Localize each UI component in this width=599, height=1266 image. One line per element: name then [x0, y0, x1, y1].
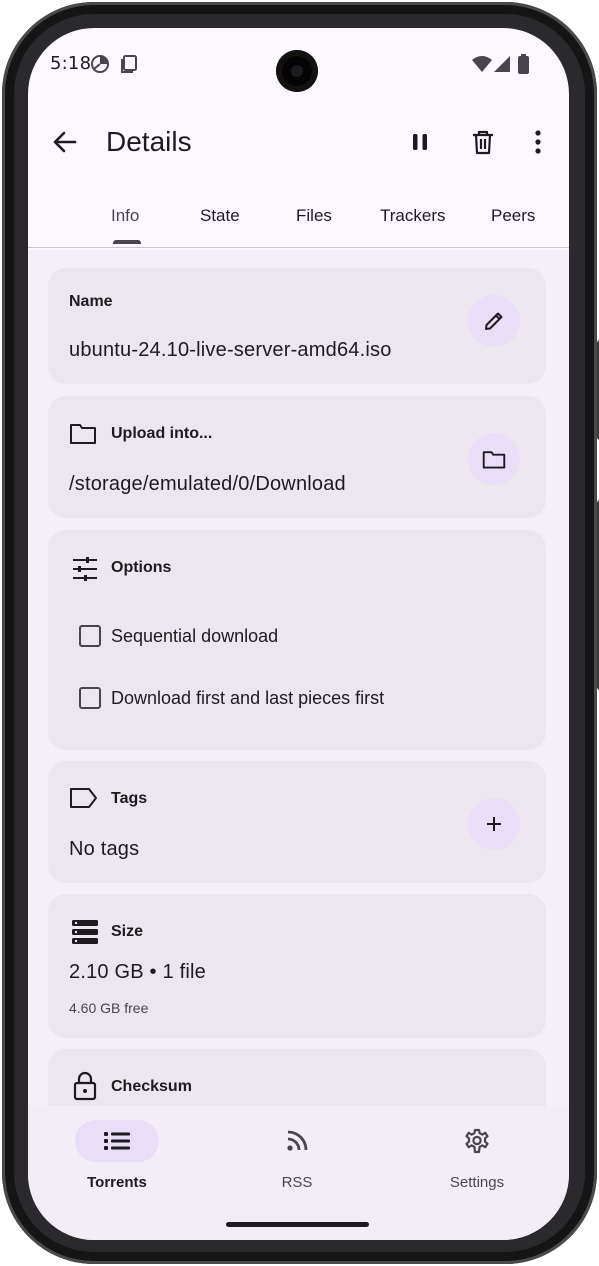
nav-torrents-indicator [75, 1120, 159, 1162]
list-icon [104, 1132, 130, 1150]
nav-settings[interactable]: Settings [408, 1120, 546, 1200]
nav-rss-indicator [255, 1120, 339, 1162]
screenshot-notification-icon [119, 54, 139, 78]
wifi-icon [472, 55, 492, 77]
more-vert-icon [535, 130, 541, 154]
folder-icon [69, 419, 97, 447]
folder-icon [482, 451, 506, 469]
tune-icon [71, 555, 99, 583]
name-label: Name [69, 293, 113, 310]
label-icon [69, 784, 97, 812]
back-button[interactable] [46, 124, 82, 160]
nav-torrents[interactable]: Torrents [48, 1120, 186, 1200]
free-space: 4.60 GB free [69, 1000, 149, 1016]
sequential-download-checkbox[interactable] [79, 625, 101, 647]
nav-torrents-label: Torrents [87, 1174, 147, 1191]
pencil-icon [485, 312, 503, 330]
home-indicator[interactable] [226, 1222, 369, 1227]
torrent-name: ubuntu-24.10-live-server-amd64.iso [69, 339, 392, 361]
options-label: Options [111, 559, 172, 576]
lock-icon [72, 1071, 100, 1101]
nav-settings-indicator [435, 1120, 519, 1162]
size-label: Size [111, 923, 144, 940]
tags-value: No tags [69, 838, 140, 860]
arrow-back-icon [53, 131, 77, 153]
size-card: Size 2.10 GB • 1 file 4.60 GB free [48, 894, 546, 1038]
tab-peers[interactable]: Peers [491, 206, 535, 226]
more-options-button[interactable] [520, 124, 556, 160]
pause-icon [413, 134, 427, 150]
status-bar: 5:18 [28, 28, 569, 100]
page-title: Details [106, 126, 192, 157]
tab-files[interactable]: Files [296, 206, 332, 226]
phone-frame: 5:18 Details Info State Files Trackers P… [0, 0, 599, 1266]
bottom-navigation: Torrents RSS Settings [28, 1106, 569, 1240]
nav-rss-label: RSS [281, 1174, 313, 1191]
rss-icon [287, 1130, 308, 1151]
active-tab-indicator [113, 240, 141, 244]
tab-state[interactable]: State [200, 206, 240, 226]
checksum-card: Checksum [48, 1049, 546, 1108]
nav-rss[interactable]: RSS [228, 1120, 366, 1200]
size-value: 2.10 GB • 1 file [69, 961, 206, 983]
tags-label: Tags [111, 790, 148, 807]
checksum-label: Checksum [111, 1078, 192, 1095]
choose-folder-button[interactable] [468, 433, 520, 485]
delete-button[interactable] [465, 124, 501, 160]
first-last-pieces-label[interactable]: Download first and last pieces first [111, 688, 384, 709]
tags-card: Tags No tags [48, 761, 546, 883]
top-app-bar: Details [28, 114, 569, 174]
storage-icon [71, 919, 99, 947]
upload-into-card: Upload into... /storage/emulated/0/Downl… [48, 396, 546, 518]
trash-icon [473, 130, 493, 155]
tab-trackers[interactable]: Trackers [380, 206, 446, 226]
name-card: Name ubuntu-24.10-live-server-amd64.iso [48, 268, 546, 384]
pause-button[interactable] [402, 124, 438, 160]
first-last-pieces-checkbox[interactable] [79, 687, 101, 709]
battery-icon [518, 54, 529, 78]
plus-icon [487, 817, 501, 831]
gear-icon [465, 1128, 489, 1154]
upload-into-label: Upload into... [111, 425, 213, 442]
sequential-download-label[interactable]: Sequential download [111, 626, 278, 647]
front-camera [276, 50, 318, 92]
info-content: Name ubuntu-24.10-live-server-amd64.iso … [28, 250, 569, 1108]
data-saver-icon [90, 54, 110, 78]
upload-path: /storage/emulated/0/Download [69, 473, 346, 495]
nav-settings-label: Settings [449, 1174, 505, 1191]
tab-info[interactable]: Info [111, 206, 139, 226]
options-card: Options Sequential download Download fir… [48, 530, 546, 750]
cellular-signal-icon [494, 55, 510, 77]
edit-name-button[interactable] [468, 295, 520, 347]
add-tag-button[interactable] [468, 798, 520, 850]
screen: 5:18 Details Info State Files Trackers P… [28, 28, 569, 1240]
status-time: 5:18 [50, 53, 92, 74]
detail-tabs: Info State Files Trackers Peers [28, 198, 569, 248]
